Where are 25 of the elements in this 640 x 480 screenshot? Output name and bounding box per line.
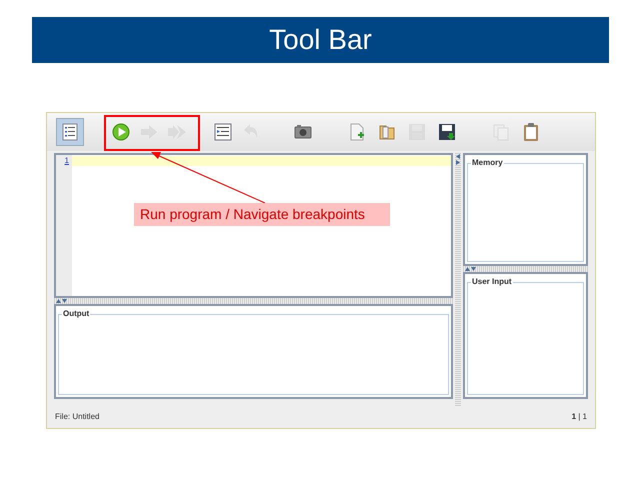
panel-title: User Input	[471, 276, 513, 288]
clipboard-icon	[521, 122, 541, 142]
floppy-icon	[437, 122, 457, 142]
title-banner: Tool Bar	[32, 17, 609, 63]
floppy-icon	[407, 122, 427, 142]
down-arrow-icon[interactable]	[62, 299, 67, 303]
copy-icon	[491, 122, 511, 142]
up-arrow-icon[interactable]	[465, 267, 470, 271]
line-number: 1	[64, 155, 69, 166]
right-arrow-icon[interactable]	[456, 160, 460, 165]
splitter[interactable]	[463, 266, 588, 272]
panel-title: Output	[62, 308, 90, 320]
list-icon	[60, 122, 80, 142]
cursor-position: 1 | 1	[572, 411, 587, 423]
file-status: File: Untitled	[55, 411, 100, 423]
play-icon	[111, 122, 131, 142]
indent-icon	[213, 122, 233, 142]
down-arrow-icon[interactable]	[471, 267, 476, 271]
double-arrow-icon	[167, 122, 187, 142]
right-arrow-icon	[139, 122, 159, 142]
left-arrow-icon[interactable]	[456, 154, 460, 159]
panel-title: Memory	[471, 157, 504, 169]
up-arrow-icon[interactable]	[56, 299, 61, 303]
toolbar-button[interactable]	[56, 118, 84, 146]
callout-label: Run program / Navigate breakpoints	[134, 203, 390, 226]
